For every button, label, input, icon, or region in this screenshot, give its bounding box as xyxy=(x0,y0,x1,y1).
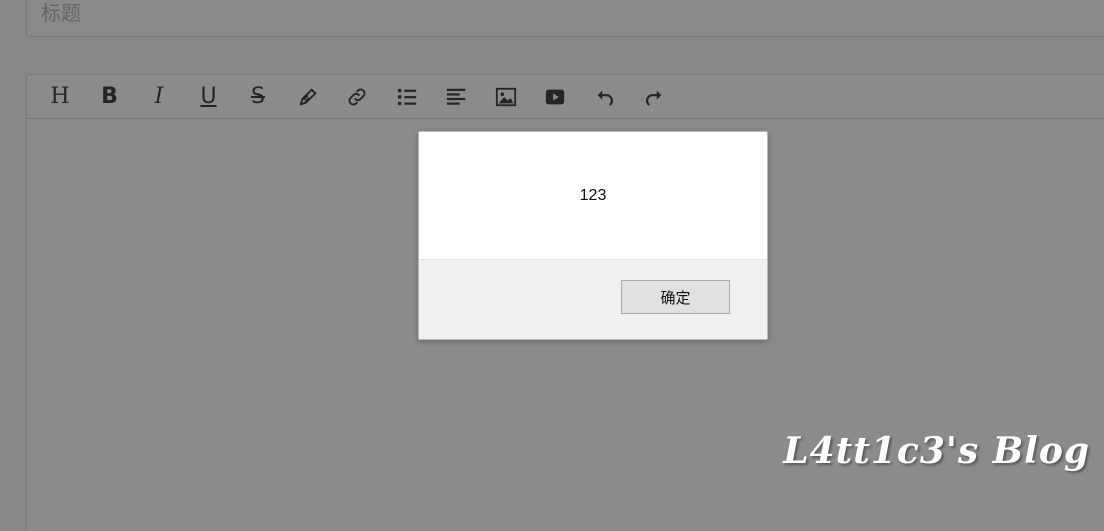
dialog-footer: 确定 xyxy=(419,259,767,339)
alert-dialog: 123 确定 xyxy=(418,131,768,340)
blog-watermark: L4tt1c3's Blog xyxy=(783,430,1090,472)
dialog-message: 123 xyxy=(579,186,607,204)
editor-page: 标题 H B I U S L4tt1c3's Blog 123 确定 xyxy=(0,0,1104,531)
confirm-button[interactable]: 确定 xyxy=(621,280,730,314)
